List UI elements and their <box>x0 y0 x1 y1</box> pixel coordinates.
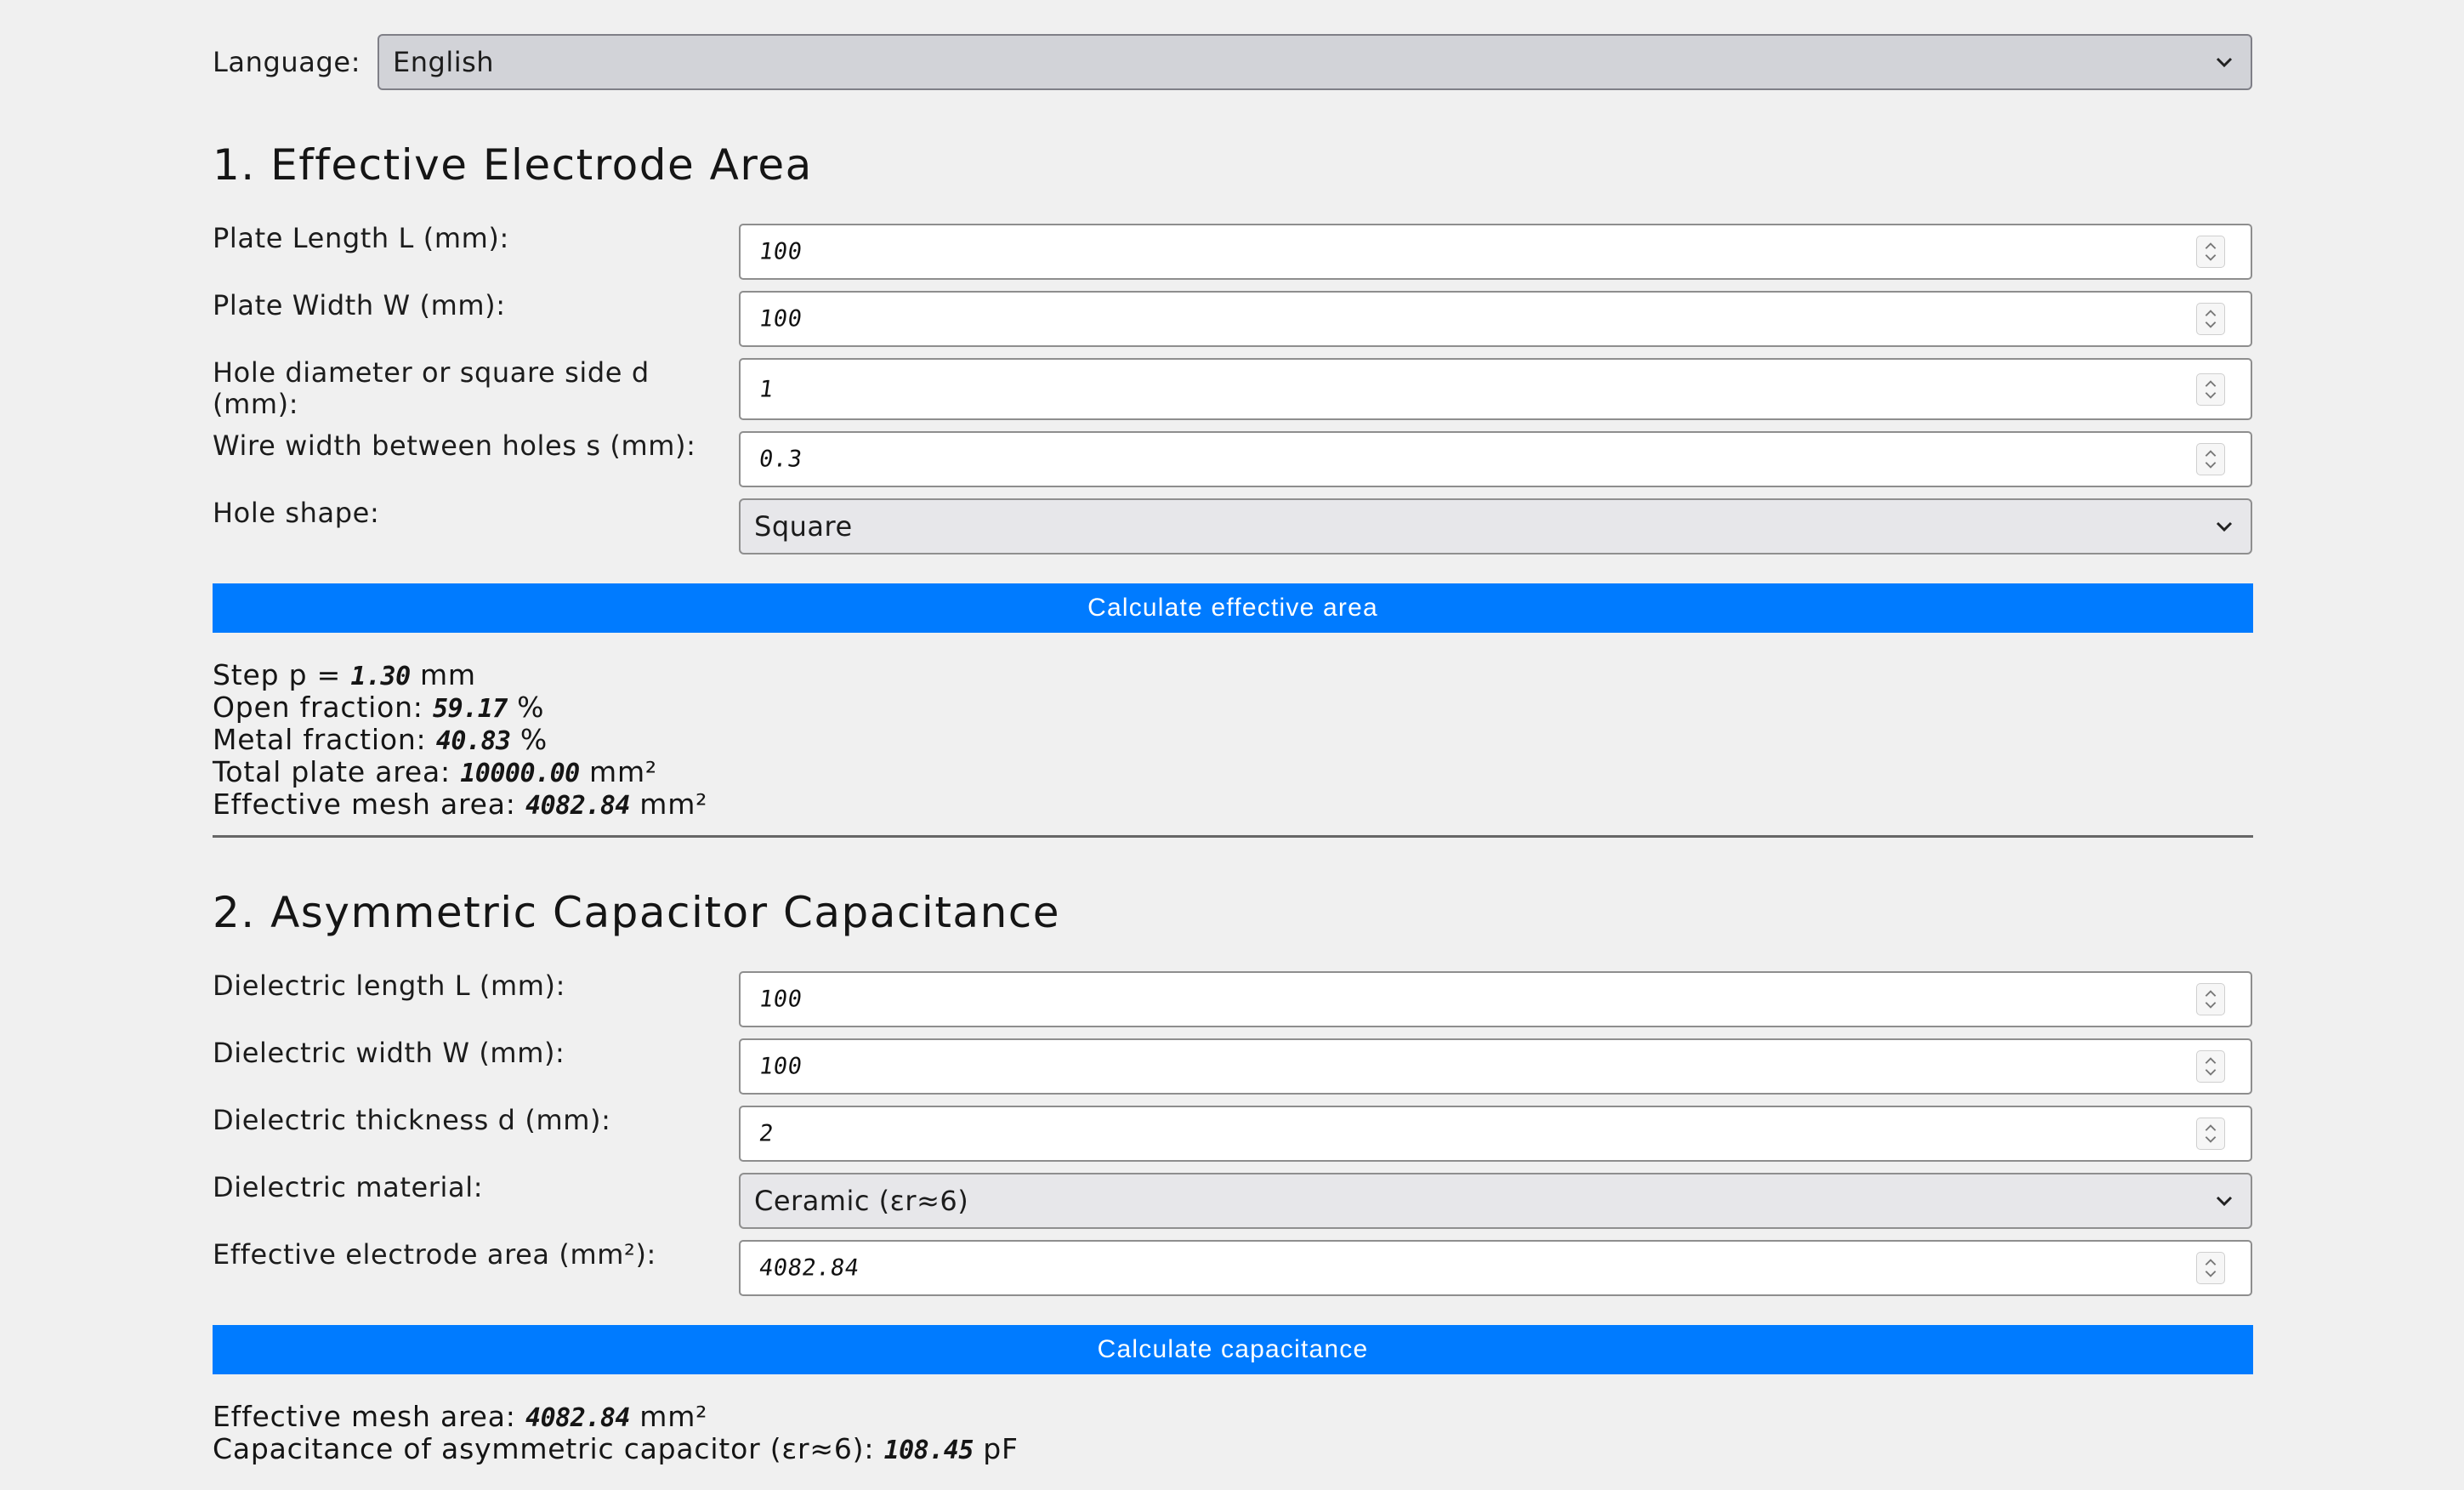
step-unit: mm <box>419 658 476 691</box>
dielectric-length-value: 100 <box>757 986 804 1013</box>
open-fraction-value: 59.17 <box>433 694 508 724</box>
dielectric-thickness-input[interactable]: 2 <box>739 1106 2252 1162</box>
wire-width-label: Wire width between holes s (mm): <box>213 429 696 462</box>
language-selected-value: English <box>393 46 495 78</box>
open-fraction-result: Open fraction: 59.17 % <box>213 691 544 725</box>
plate-width-input[interactable]: 100 <box>739 291 2252 347</box>
calculate-capacitance-button[interactable]: Calculate capacitance <box>213 1325 2253 1374</box>
plate-length-value: 100 <box>757 238 804 265</box>
open-fraction-label: Open fraction: <box>213 691 423 724</box>
section2-title: 2. Asymmetric Capacitor Capacitance <box>213 888 1061 937</box>
metal-fraction-value: 40.83 <box>435 726 511 756</box>
chevron-down-icon <box>2216 57 2233 68</box>
chevron-down-icon <box>2216 521 2233 532</box>
step-result: Step p = 1.30 mm <box>213 659 476 693</box>
language-label: Language: <box>213 46 361 78</box>
dielectric-material-selected-value: Ceramic (εr≈6) <box>754 1185 969 1217</box>
spinner-icon[interactable] <box>2196 1252 2225 1284</box>
calculator-page: Language: English 1. Effective Electrode… <box>0 0 2464 1490</box>
plate-width-label: Plate Width W (mm): <box>213 289 506 321</box>
chevron-down-icon <box>2216 1196 2233 1207</box>
metal-fraction-label: Metal fraction: <box>213 723 427 756</box>
plate-length-input[interactable]: 100 <box>739 224 2252 280</box>
total-area-label: Total plate area: <box>213 755 451 788</box>
capacitance-unit: pF <box>983 1432 1019 1465</box>
mesh-area-value-2: 4082.84 <box>525 1403 630 1433</box>
total-area-result: Total plate area: 10000.00 mm² <box>213 756 657 790</box>
mesh-area-unit: mm² <box>639 788 708 821</box>
mesh-area-label: Effective mesh area: <box>213 788 516 821</box>
hole-diameter-label: Hole diameter or square side d (mm): <box>213 356 650 420</box>
spinner-icon[interactable] <box>2196 236 2225 268</box>
dielectric-width-value: 100 <box>757 1053 804 1080</box>
spinner-icon[interactable] <box>2196 983 2225 1015</box>
dielectric-width-input[interactable]: 100 <box>739 1038 2252 1095</box>
dielectric-material-label: Dielectric material: <box>213 1171 484 1203</box>
dielectric-thickness-label: Dielectric thickness d (mm): <box>213 1104 611 1136</box>
dielectric-material-select[interactable]: Ceramic (εr≈6) <box>739 1173 2252 1229</box>
hole-shape-label: Hole shape: <box>213 497 380 529</box>
mesh-area-result-2: Effective mesh area: 4082.84 mm² <box>213 1401 707 1435</box>
wire-width-value: 0.3 <box>757 446 804 473</box>
step-value: 1.30 <box>350 662 411 691</box>
total-area-unit: mm² <box>589 755 657 788</box>
mesh-area-unit-2: mm² <box>639 1400 708 1433</box>
metal-fraction-unit: % <box>519 723 548 756</box>
mesh-area-result: Effective mesh area: 4082.84 mm² <box>213 788 707 822</box>
plate-length-label: Plate Length L (mm): <box>213 222 509 254</box>
spinner-icon[interactable] <box>2196 1050 2225 1083</box>
metal-fraction-result: Metal fraction: 40.83 % <box>213 724 548 758</box>
hole-shape-select[interactable]: Square <box>739 498 2252 554</box>
calculate-area-button[interactable]: Calculate effective area <box>213 583 2253 633</box>
dielectric-length-input[interactable]: 100 <box>739 971 2252 1027</box>
total-area-value: 10000.00 <box>460 759 580 788</box>
electrode-area-label: Effective electrode area (mm²): <box>213 1238 656 1271</box>
hole-diameter-input[interactable]: 1 <box>739 358 2252 420</box>
spinner-icon[interactable] <box>2196 1118 2225 1150</box>
step-label: Step p = <box>213 658 342 691</box>
hole-shape-selected-value: Square <box>754 510 853 543</box>
dielectric-width-label: Dielectric width W (mm): <box>213 1037 565 1069</box>
dielectric-length-label: Dielectric length L (mm): <box>213 970 566 1002</box>
spinner-icon[interactable] <box>2196 303 2225 335</box>
capacitance-value: 108.45 <box>883 1436 974 1465</box>
electrode-area-input[interactable]: 4082.84 <box>739 1240 2252 1296</box>
spinner-icon[interactable] <box>2196 443 2225 475</box>
wire-width-input[interactable]: 0.3 <box>739 431 2252 487</box>
dielectric-thickness-value: 2 <box>757 1120 775 1147</box>
mesh-area-value: 4082.84 <box>525 791 630 821</box>
electrode-area-value: 4082.84 <box>757 1254 861 1282</box>
plate-width-value: 100 <box>757 305 804 333</box>
hole-diameter-value: 1 <box>757 376 775 402</box>
capacitance-result: Capacitance of asymmetric capacitor (εr≈… <box>213 1433 1019 1467</box>
section-divider <box>213 835 2253 838</box>
capacitance-label: Capacitance of asymmetric capacitor (εr≈… <box>213 1432 875 1465</box>
mesh-area-label-2: Effective mesh area: <box>213 1400 516 1433</box>
section1-title: 1. Effective Electrode Area <box>213 140 813 190</box>
spinner-icon[interactable] <box>2196 372 2225 406</box>
language-select[interactable]: English <box>378 34 2252 90</box>
open-fraction-unit: % <box>517 691 545 724</box>
